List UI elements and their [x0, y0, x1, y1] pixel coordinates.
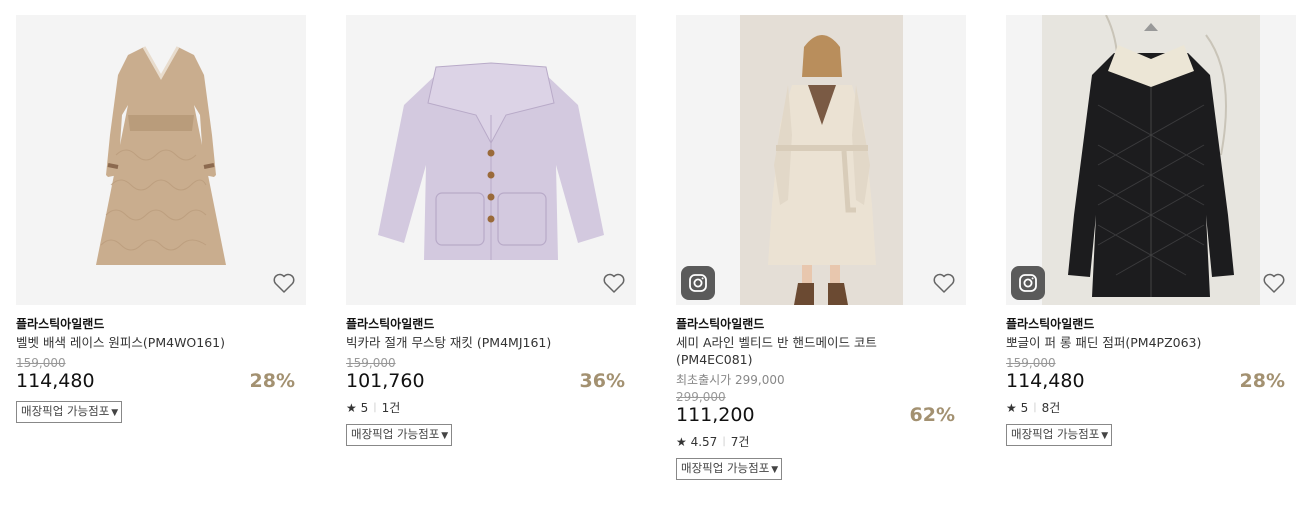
review-count: 7건 — [730, 435, 750, 449]
triangle-down-icon: ▼ — [771, 465, 779, 475]
store-pickup-dropdown[interactable]: 매장픽업 가능점포 ▼ — [1006, 424, 1113, 446]
wishlist-heart-icon[interactable] — [272, 271, 296, 295]
instagram-icon[interactable] — [1011, 266, 1045, 300]
coat-image — [676, 15, 966, 305]
pickup-label: 매장픽업 가능점포 — [1011, 427, 1100, 441]
review-count: 8건 — [1041, 401, 1061, 415]
rating: ★ 4.57 | 7건 — [676, 435, 966, 449]
instagram-icon[interactable] — [681, 266, 715, 300]
rating-score: 5 — [360, 401, 369, 415]
rating: ★ 5 | 1건 — [346, 401, 636, 415]
product-card[interactable]: 플라스틱아일랜드 벨벳 배색 레이스 원피스(PM4WO161) 159,000… — [16, 15, 306, 423]
product-name[interactable]: 빅카라 절개 무스탕 재킷 (PM4MJ161) — [346, 334, 606, 351]
discount-rate: 36% — [579, 370, 625, 392]
divider: | — [1033, 402, 1037, 413]
sale-price: 111,200 — [676, 404, 755, 426]
product-image[interactable] — [676, 15, 966, 305]
pickup-label: 매장픽업 가능점포 — [21, 404, 110, 418]
triangle-down-icon: ▼ — [441, 431, 449, 441]
sale-price: 101,760 — [346, 370, 425, 392]
wishlist-heart-icon[interactable] — [602, 271, 626, 295]
jacket-image — [346, 15, 636, 305]
product-card[interactable]: 플라스틱아일랜드 세미 A라인 벨티드 반 핸드메이드 코트 (PM4EC081… — [676, 15, 966, 480]
original-price: 299,000 — [676, 390, 726, 404]
product-name[interactable]: 벨벳 배색 레이스 원피스(PM4WO161) — [16, 334, 276, 351]
divider: | — [373, 402, 377, 413]
brand-name[interactable]: 플라스틱아일랜드 — [16, 316, 306, 332]
triangle-down-icon: ▼ — [111, 408, 119, 418]
rating-score: 5 — [1020, 401, 1029, 415]
sale-price: 114,480 — [1006, 370, 1085, 392]
product-image[interactable] — [346, 15, 636, 305]
discount-rate: 62% — [909, 404, 955, 426]
review-count: 1건 — [381, 401, 401, 415]
wishlist-heart-icon[interactable] — [1262, 271, 1286, 295]
pickup-label: 매장픽업 가능점포 — [681, 461, 770, 475]
original-price: 159,000 — [1006, 356, 1056, 370]
original-price: 159,000 — [346, 356, 396, 370]
dress-image — [16, 15, 306, 305]
pickup-label: 매장픽업 가능점포 — [351, 427, 440, 441]
jumper-image — [1006, 15, 1296, 305]
store-pickup-dropdown[interactable]: 매장픽업 가능점포 ▼ — [346, 424, 453, 446]
store-pickup-dropdown[interactable]: 매장픽업 가능점포 ▼ — [676, 458, 783, 480]
triangle-down-icon: ▼ — [1101, 431, 1109, 441]
product-card[interactable]: 플라스틱아일랜드 빅카라 절개 무스탕 재킷 (PM4MJ161) 159,00… — [346, 15, 636, 446]
rating: ★ 5 | 8건 — [1006, 401, 1296, 415]
product-image[interactable] — [16, 15, 306, 305]
divider: | — [722, 436, 726, 447]
original-price: 159,000 — [16, 356, 66, 370]
product-image[interactable] — [1006, 15, 1296, 305]
star-icon: ★ — [676, 435, 687, 449]
discount-rate: 28% — [1239, 370, 1285, 392]
product-name[interactable]: 세미 A라인 벨티드 반 핸드메이드 코트 (PM4EC081) — [676, 334, 936, 368]
brand-name[interactable]: 플라스틱아일랜드 — [1006, 316, 1296, 332]
launch-price: 최초출시가 299,000 — [676, 373, 785, 387]
store-pickup-dropdown[interactable]: 매장픽업 가능점포 ▼ — [16, 401, 123, 423]
star-icon: ★ — [1006, 401, 1017, 415]
wishlist-heart-icon[interactable] — [932, 271, 956, 295]
sale-price: 114,480 — [16, 370, 95, 392]
brand-name[interactable]: 플라스틱아일랜드 — [346, 316, 636, 332]
brand-name[interactable]: 플라스틱아일랜드 — [676, 316, 966, 332]
product-name[interactable]: 뽀글이 퍼 롱 패딘 점퍼(PM4PZ063) — [1006, 334, 1266, 351]
discount-rate: 28% — [249, 370, 295, 392]
product-card[interactable]: 플라스틱아일랜드 뽀글이 퍼 롱 패딘 점퍼(PM4PZ063) 159,000… — [1006, 15, 1296, 446]
rating-score: 4.57 — [690, 435, 718, 449]
star-icon: ★ — [346, 401, 357, 415]
